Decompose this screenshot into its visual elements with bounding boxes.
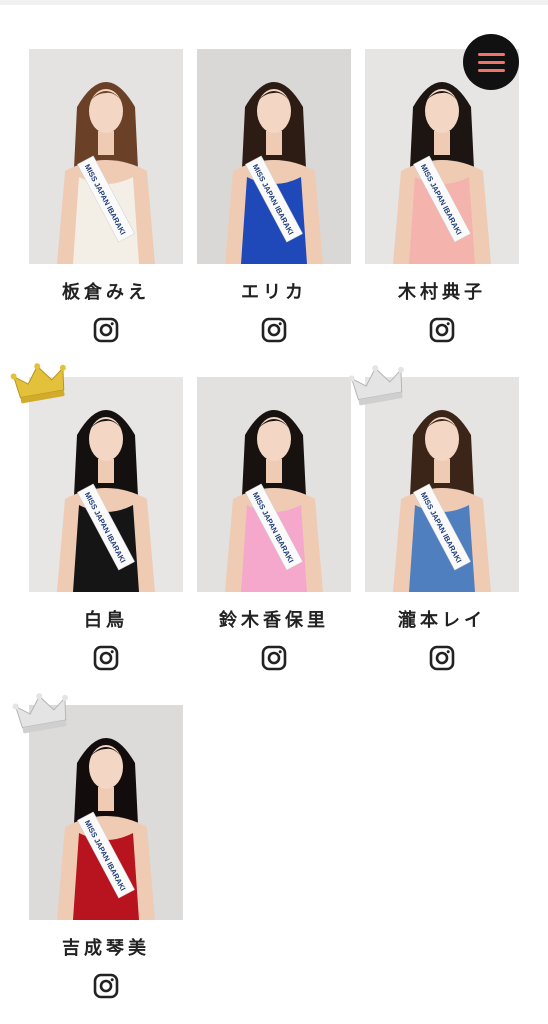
contestant-name: 板倉みえ [62,282,150,303]
instagram-icon[interactable] [93,317,119,343]
contestant-card: MISS JAPAN IBARAKI 瀧本レイ [365,377,519,671]
portrait-illustration: MISS JAPAN IBARAKI [29,705,183,920]
hamburger-menu-icon [478,53,505,56]
instagram-icon[interactable] [429,645,455,671]
contestant-photo[interactable]: MISS JAPAN IBARAKI [365,377,519,592]
portrait-illustration: MISS JAPAN IBARAKI [29,377,183,592]
contestant-name: 木村典子 [398,282,486,303]
portrait-illustration: MISS JAPAN IBARAKI [197,49,351,264]
contestant-name: 白鳥 [84,610,128,631]
instagram-icon[interactable] [261,317,287,343]
contestant-card: MISS JAPAN IBARAKI エリカ [197,49,351,343]
contestant-photo[interactable]: MISS JAPAN IBARAKI [197,377,351,592]
contestant-card: MISS JAPAN IBARAKI 木村典子 [365,49,519,343]
instagram-icon[interactable] [93,973,119,999]
instagram-icon[interactable] [429,317,455,343]
contestant-name: 吉成琴美 [62,938,150,959]
contestant-card: MISS JAPAN IBARAKI 鈴木香保里 [197,377,351,671]
instagram-icon[interactable] [261,645,287,671]
hamburger-menu-icon [478,61,505,64]
portrait-illustration: MISS JAPAN IBARAKI [29,49,183,264]
contestant-name: 瀧本レイ [398,610,486,631]
contestant-photo[interactable]: MISS JAPAN IBARAKI [29,377,183,592]
instagram-icon[interactable] [93,645,119,671]
top-strip [0,0,548,5]
contestant-photo[interactable]: MISS JAPAN IBARAKI [197,49,351,264]
menu-button[interactable] [463,34,519,90]
contestant-photo[interactable]: MISS JAPAN IBARAKI [29,49,183,264]
contestant-card: MISS JAPAN IBARAKI 板倉みえ [29,49,183,343]
contestant-name: エリカ [241,282,307,303]
contestant-name: 鈴木香保里 [219,610,329,631]
portrait-illustration: MISS JAPAN IBARAKI [365,377,519,592]
portrait-illustration: MISS JAPAN IBARAKI [197,377,351,592]
hamburger-menu-icon [478,69,505,72]
contestant-card: MISS JAPAN IBARAKI 吉成琴美 [29,705,183,999]
contestant-photo[interactable]: MISS JAPAN IBARAKI [29,705,183,920]
contestant-card: MISS JAPAN IBARAKI 白鳥 [29,377,183,671]
